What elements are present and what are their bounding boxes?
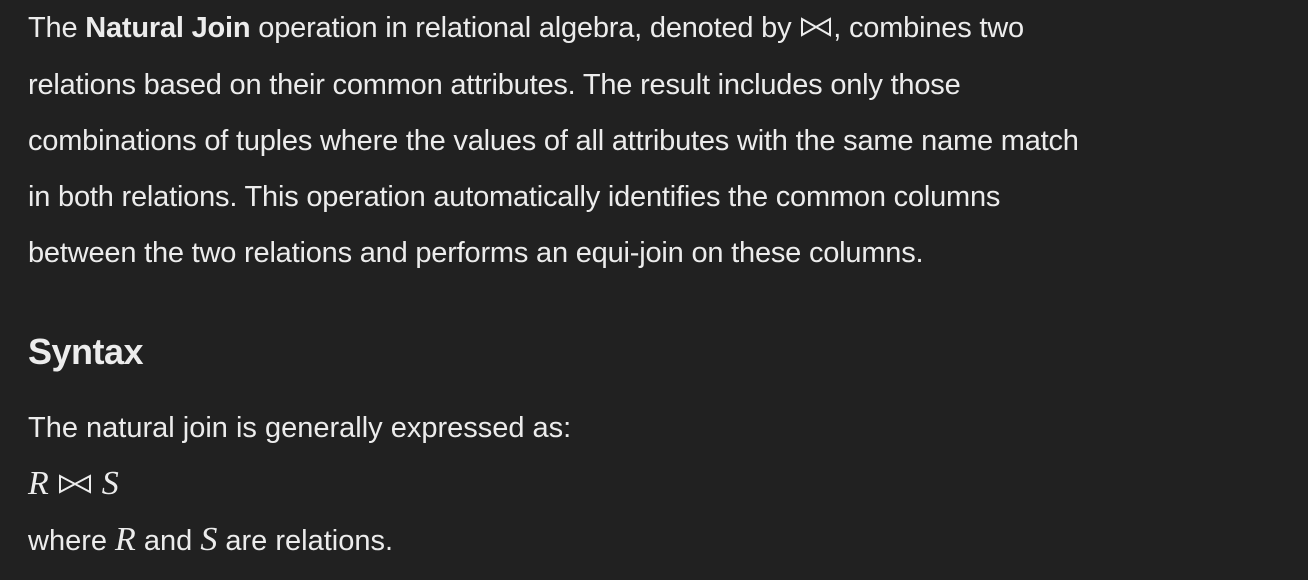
intro-line-4: in both relations. This operation automa… [28, 181, 1001, 214]
where-text-end: are relations. [217, 525, 394, 557]
syntax-lead-text: The natural join is generally expressed … [28, 412, 572, 444]
intro-line-5: between the two relations and performs a… [28, 237, 924, 270]
intro-text-start: The [28, 12, 86, 44]
bowtie-icon [799, 1, 833, 57]
where-text-mid: and [135, 525, 201, 557]
article-content: The Natural Join operation in relational… [28, 0, 1288, 558]
where-var-r: R [115, 521, 136, 558]
natural-join-term: Natural Join [85, 12, 251, 44]
intro-text-mid: operation in relational algebra, denoted… [250, 12, 800, 44]
bowtie-icon [57, 460, 93, 512]
intro-line-2: relations based on their common attribut… [28, 69, 961, 102]
where-var-s: S [200, 521, 218, 558]
where-clause: where R and S are relations. [28, 516, 393, 565]
where-text-start: where [28, 525, 116, 557]
intro-paragraph: The Natural Join operation in relational… [28, 0, 1288, 281]
formula-var-s: S [101, 465, 119, 502]
intro-line-1: The Natural Join operation in relational… [28, 0, 1288, 57]
formula-var-r: R [28, 465, 49, 502]
syntax-heading: Syntax [28, 331, 144, 372]
intro-line-3: combinations of tuples where the values … [28, 125, 1079, 158]
intro-text-end: , combines two [833, 12, 1024, 44]
natural-join-formula: R S [28, 458, 119, 512]
